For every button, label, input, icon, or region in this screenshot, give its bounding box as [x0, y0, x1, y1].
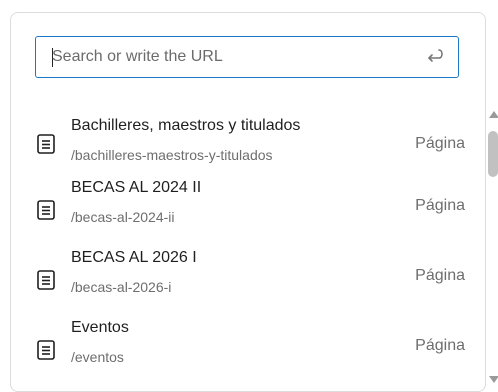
- search-input[interactable]: [36, 37, 406, 77]
- document-icon: [37, 134, 55, 154]
- result-slug: /bachilleres-maestros-y-titulados: [71, 147, 273, 163]
- result-type: Página: [415, 267, 465, 284]
- list-item[interactable]: Bachilleres, maestros y titulados /bachi…: [11, 111, 473, 179]
- results-list: Bachilleres, maestros y titulados /bachi…: [11, 111, 473, 381]
- url-picker-panel: Bachilleres, maestros y titulados /bachi…: [10, 12, 498, 392]
- list-item[interactable]: Eventos /eventos Página: [11, 315, 473, 381]
- document-icon: [37, 340, 55, 360]
- search-box[interactable]: [35, 36, 459, 78]
- scrollbar[interactable]: [487, 111, 498, 383]
- list-item[interactable]: BECAS AL 2026 I /becas-al-2026-i Página: [11, 247, 473, 315]
- result-type: Página: [415, 135, 465, 152]
- result-slug: /becas-al-2026-i: [71, 279, 172, 295]
- result-type: Página: [415, 337, 465, 354]
- document-icon: [37, 270, 55, 290]
- result-slug: /eventos: [71, 349, 124, 365]
- result-title: BECAS AL 2026 I: [71, 249, 197, 266]
- result-title: Bachilleres, maestros y titulados: [71, 117, 301, 134]
- text-caret: [52, 48, 53, 67]
- enter-icon[interactable]: [424, 46, 446, 68]
- scroll-up-arrow-icon[interactable]: [489, 111, 498, 118]
- result-title: BECAS AL 2024 II: [71, 179, 202, 196]
- result-type: Página: [415, 197, 465, 214]
- scroll-down-arrow-icon[interactable]: [489, 376, 498, 383]
- scroll-thumb[interactable]: [488, 131, 498, 177]
- document-icon: [37, 200, 55, 220]
- list-item[interactable]: BECAS AL 2024 II /becas-al-2024-ii Págin…: [11, 179, 473, 247]
- result-slug: /becas-al-2024-ii: [71, 209, 175, 225]
- result-title: Eventos: [71, 319, 129, 336]
